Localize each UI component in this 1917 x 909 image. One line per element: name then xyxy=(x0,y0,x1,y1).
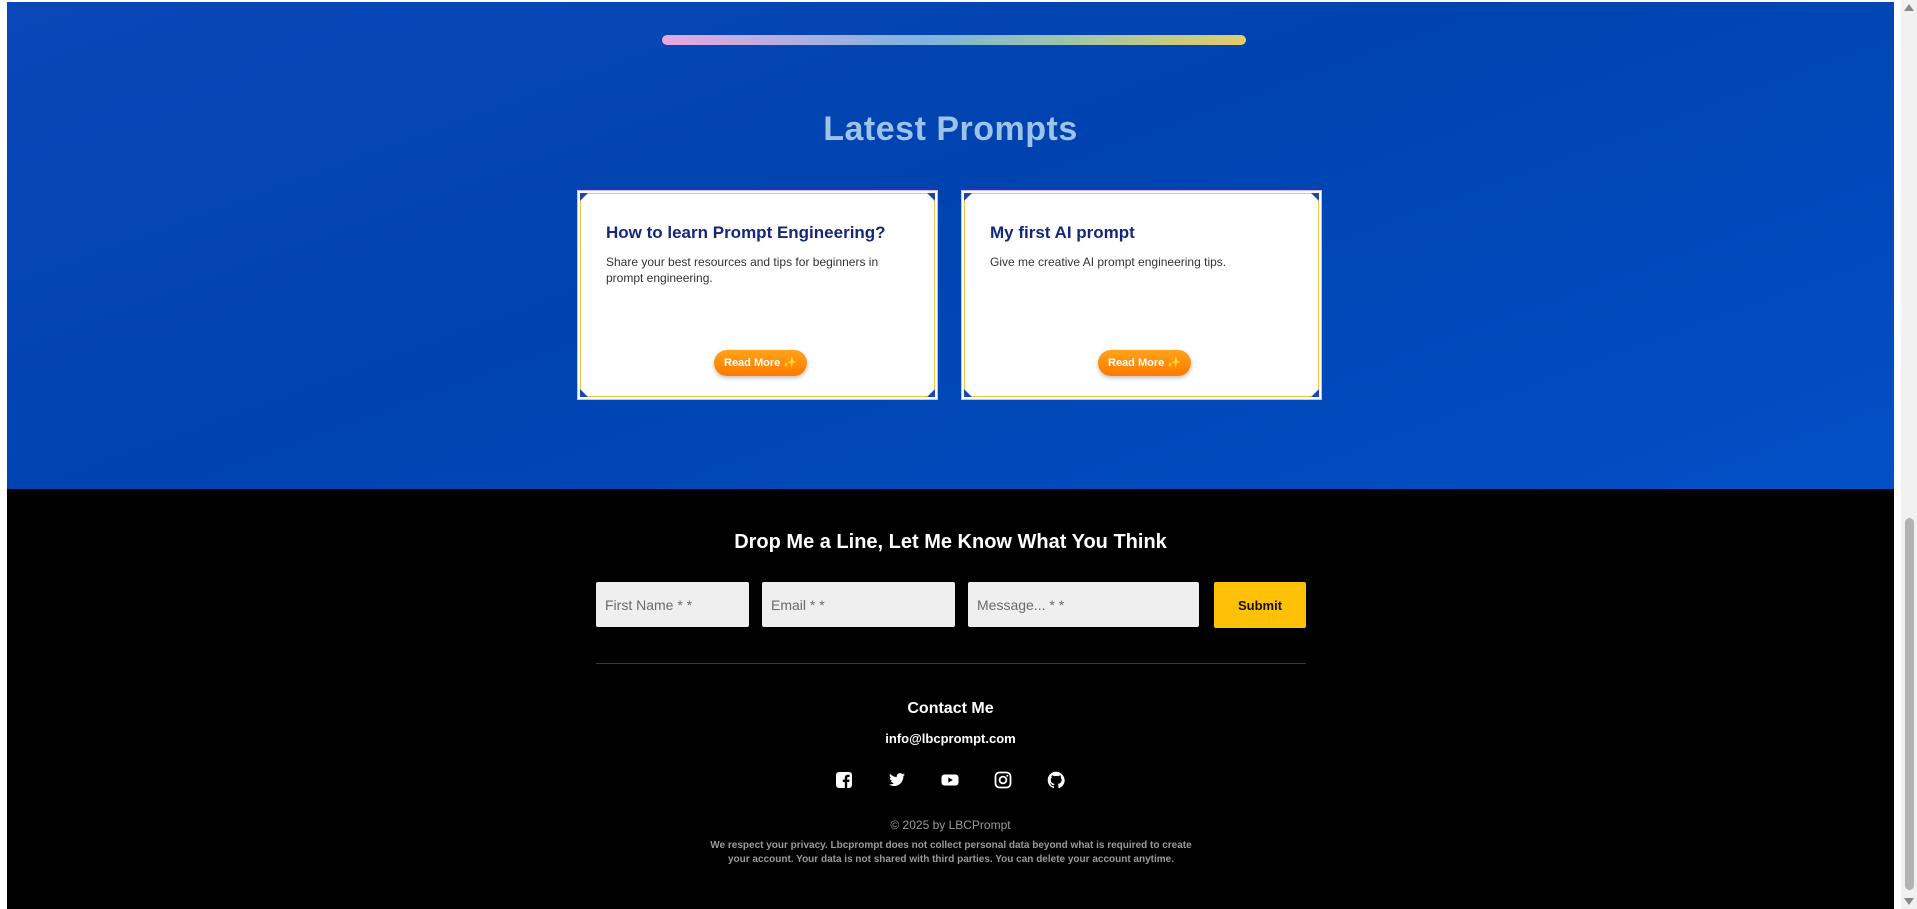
copyright-text: © 2025 by LBCPrompt xyxy=(890,818,1011,832)
facebook-icon[interactable] xyxy=(835,771,853,789)
prompt-card-description: Share your best resources and tips for b… xyxy=(606,255,879,285)
prompt-card: How to learn Prompt Engineering? Share y… xyxy=(578,191,937,399)
privacy-notice: We respect your privacy. Lbcprompt does … xyxy=(710,840,1192,865)
prompt-card-description: Give me creative AI prompt engineering t… xyxy=(990,255,1227,269)
first-name-input[interactable] xyxy=(596,582,749,627)
gradient-divider-bar xyxy=(662,35,1246,45)
youtube-icon[interactable] xyxy=(941,771,959,789)
email-input[interactable] xyxy=(762,582,955,627)
vertical-scrollbar[interactable] xyxy=(1901,0,1917,909)
github-icon[interactable] xyxy=(1047,771,1065,789)
scrollbar-thumb[interactable] xyxy=(1905,518,1914,890)
footer-divider xyxy=(596,663,1306,664)
contact-email-link[interactable]: info@lbcprompt.com xyxy=(7,731,1894,746)
scroll-down-arrow-icon[interactable] xyxy=(1904,898,1914,905)
read-more-button[interactable]: Read More ✨ xyxy=(1098,350,1191,376)
prompt-card-title: My first AI prompt xyxy=(990,223,1135,242)
submit-button[interactable]: Submit xyxy=(1214,582,1306,628)
section-title: Latest Prompts xyxy=(823,110,1078,148)
footer-title: Drop Me a Line, Let Me Know What You Thi… xyxy=(734,531,1167,553)
page-viewport: Latest Prompts How to learn Prompt Engin… xyxy=(0,0,1896,909)
latest-prompts-section: Latest Prompts How to learn Prompt Engin… xyxy=(7,2,1894,489)
twitter-icon[interactable] xyxy=(888,771,906,789)
site-footer: Drop Me a Line, Let Me Know What You Thi… xyxy=(7,489,1894,909)
message-input[interactable] xyxy=(968,582,1199,627)
read-more-button[interactable]: Read More ✨ xyxy=(714,350,807,376)
scroll-up-arrow-icon[interactable] xyxy=(1904,4,1914,11)
prompt-card: My first AI prompt Give me creative AI p… xyxy=(962,191,1321,399)
prompt-card-title: How to learn Prompt Engineering? xyxy=(606,223,886,242)
instagram-icon[interactable] xyxy=(994,771,1012,789)
contact-title: Contact Me xyxy=(907,700,994,717)
